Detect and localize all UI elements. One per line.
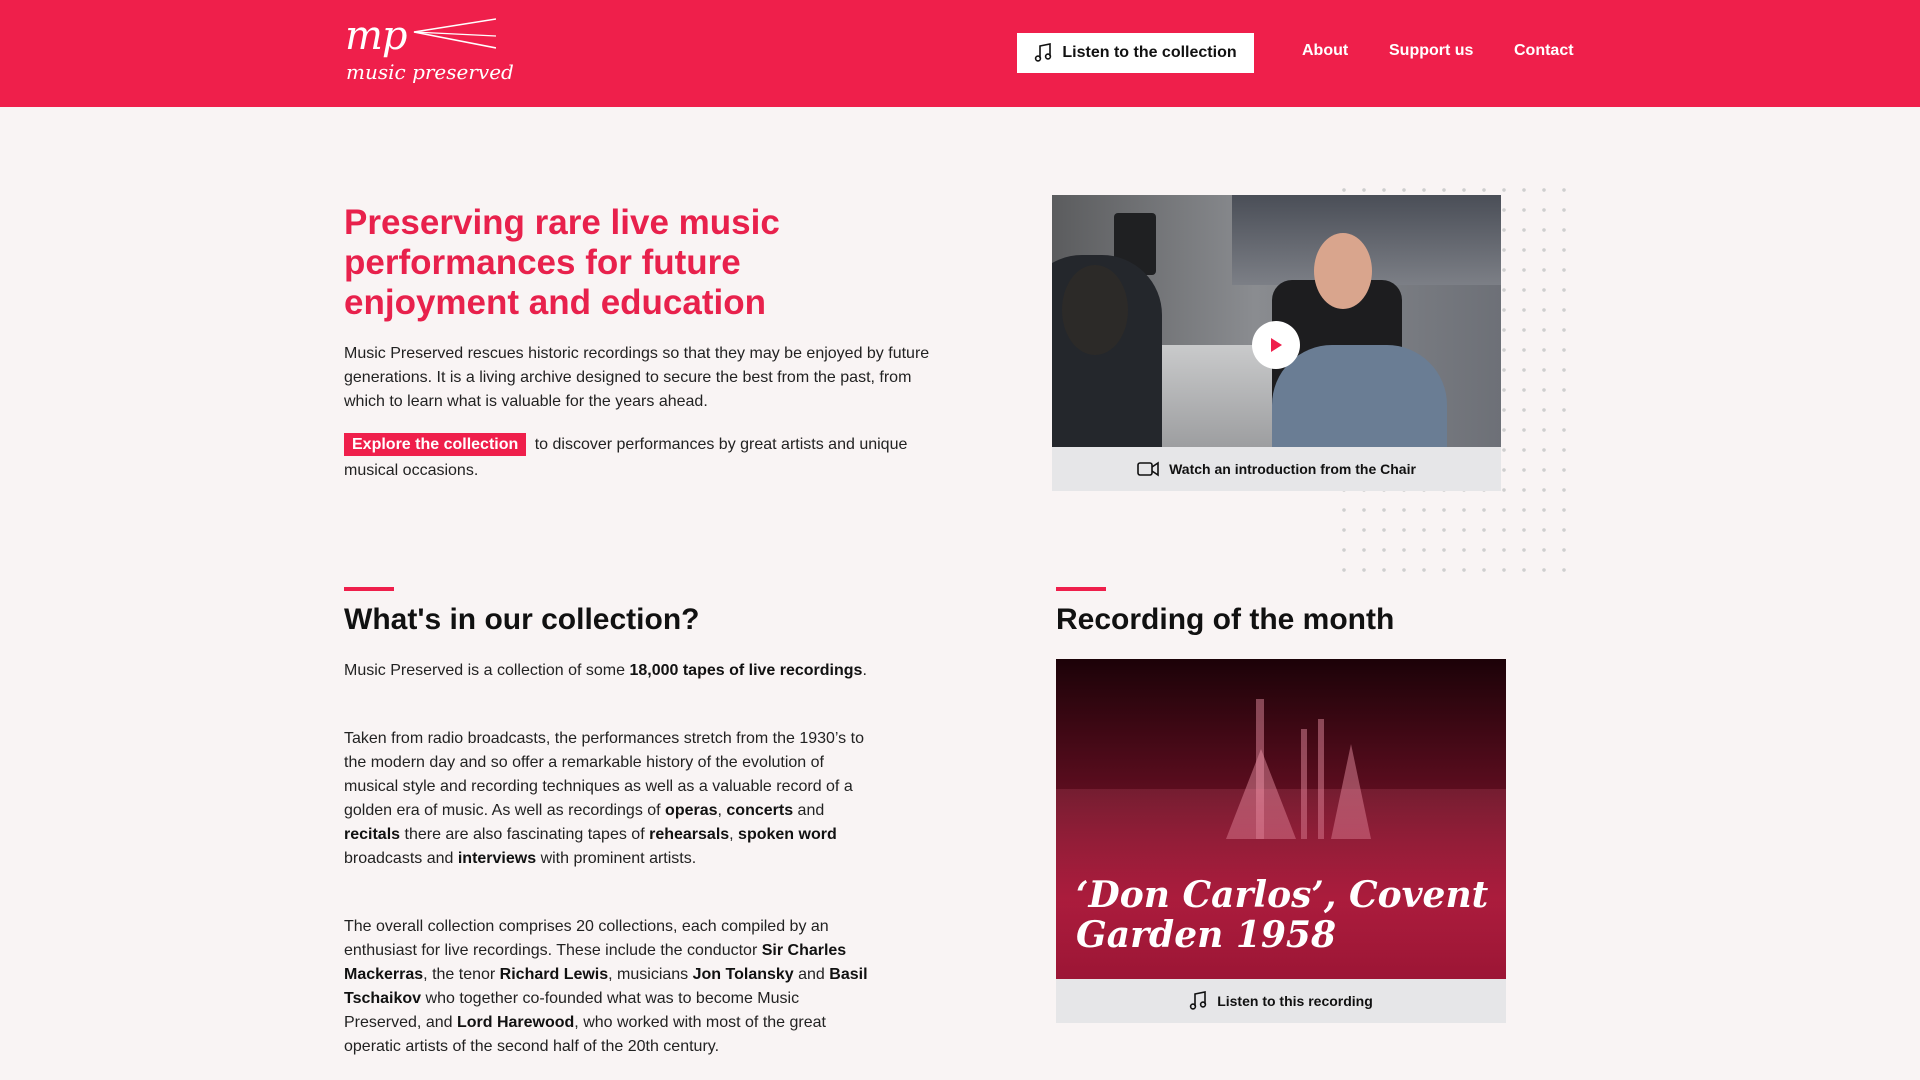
recording-title: ‘Don Carlos’, Covent Garden 1958 — [1076, 874, 1489, 956]
explore-collection-button[interactable]: Explore the collection — [344, 433, 527, 456]
video-camera-icon — [1137, 461, 1159, 477]
logo-wordmark: music preserved — [346, 60, 514, 84]
logo-lines-icon — [413, 18, 496, 49]
watch-intro-label: Watch an introduction from the Chair — [1169, 461, 1416, 477]
hero-explore-text: Explore the collection to discover perfo… — [344, 432, 944, 484]
section-accent-bar — [1056, 587, 1106, 591]
music-note-icon — [1190, 991, 1207, 1010]
listen-to-recording-label: Listen to this recording — [1217, 993, 1373, 1009]
nav-support-link[interactable]: Support us — [1389, 42, 1473, 60]
hero-title: Preserving rare live music performances … — [344, 203, 780, 322]
recording-of-month-image[interactable]: ‘Don Carlos’, Covent Garden 1958 — [1056, 659, 1506, 979]
logo-mark: mp — [345, 13, 408, 59]
music-note-icon — [1035, 43, 1052, 62]
listen-to-collection-button[interactable]: Listen to the collection — [1017, 33, 1254, 73]
nav-about-link[interactable]: About — [1302, 42, 1348, 60]
play-button[interactable] — [1252, 321, 1300, 369]
collection-paragraph-3: The overall collection comprises 20 coll… — [344, 918, 868, 1055]
intro-video-thumbnail[interactable] — [1052, 195, 1501, 447]
listen-to-collection-label: Listen to the collection — [1062, 44, 1237, 61]
site-header: mp music preserved Listen to the collect… — [0, 0, 1920, 107]
chair-person-graphic — [1272, 345, 1447, 447]
listen-to-recording-link[interactable]: Listen to this recording — [1056, 979, 1506, 1023]
section-accent-bar — [344, 587, 394, 591]
collection-heading: What's in our collection? — [344, 603, 700, 636]
play-icon — [1271, 338, 1282, 352]
recording-of-month-heading: Recording of the month — [1056, 603, 1395, 636]
hero-intro: Music Preserved rescues historic recordi… — [344, 345, 930, 410]
nav-contact-link[interactable]: Contact — [1514, 42, 1574, 60]
collection-paragraph-1: Music Preserved is a collection of some … — [344, 662, 867, 679]
site-logo[interactable]: mp music preserved — [344, 13, 514, 88]
collection-paragraph-2: Taken from radio broadcasts, the perform… — [344, 730, 864, 867]
watch-intro-link[interactable]: Watch an introduction from the Chair — [1052, 447, 1501, 491]
